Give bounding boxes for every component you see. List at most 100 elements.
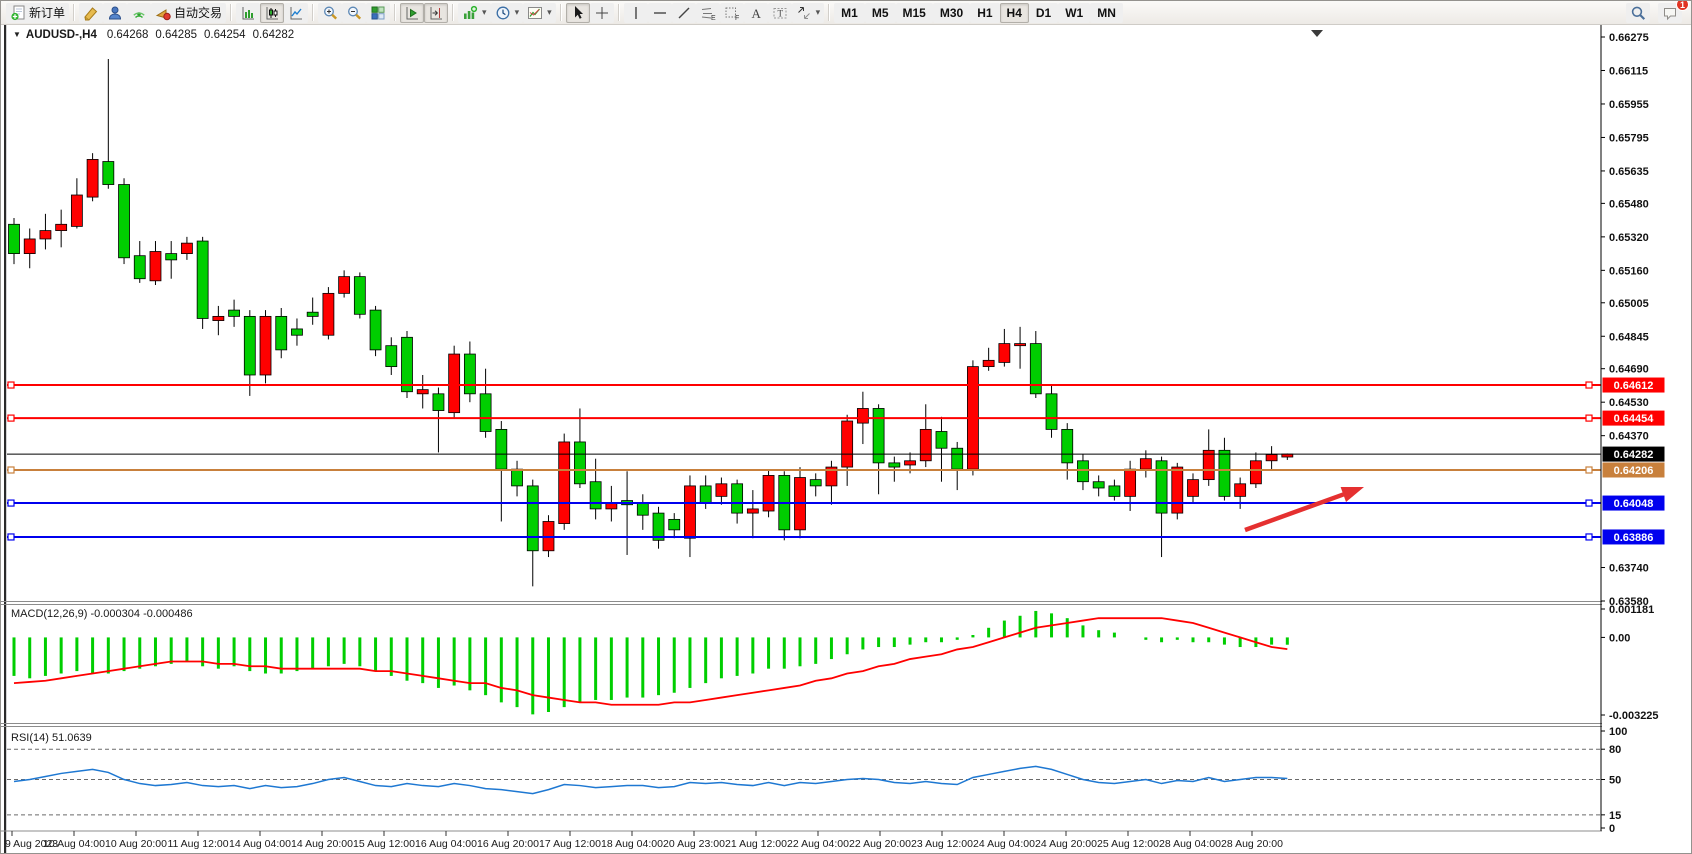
price-tick-label: 0.64845 [1609, 331, 1649, 343]
candle-body [1219, 450, 1230, 496]
price-badge-value: 0.64612 [1614, 380, 1654, 392]
candle-body [747, 509, 758, 513]
mt4-window: 新订单 自动交易 ▾ ▾ ▾ EFAT ▾ M1 M5 M15M30 H1 H4D1 W1 MN 1 0.6… [0, 0, 1692, 854]
styles-button[interactable] [79, 3, 103, 23]
auto-scroll-icon [404, 5, 420, 21]
template-icon [527, 5, 543, 21]
tf-m15-button[interactable]: M15 [896, 3, 933, 23]
trendline-button[interactable] [672, 3, 696, 23]
line-handle[interactable] [1586, 382, 1592, 388]
search-button[interactable] [1626, 3, 1650, 23]
candle-body [1125, 469, 1136, 496]
tile-windows-button[interactable] [366, 3, 390, 23]
line-handle[interactable] [8, 382, 14, 388]
notification-badge: 1 [1676, 0, 1689, 11]
line-handle[interactable] [1586, 467, 1592, 473]
chart-shift-button[interactable] [424, 3, 448, 23]
text-button[interactable]: A [744, 3, 768, 23]
price-tick-label: 0.65955 [1609, 99, 1649, 111]
candle-body [810, 480, 821, 486]
line-chart-button[interactable] [284, 3, 308, 23]
hline-icon [652, 5, 668, 21]
low-value: 0.64254 [204, 29, 246, 41]
candle-body [103, 162, 114, 185]
community-button[interactable] [103, 3, 127, 23]
candle-body [134, 256, 145, 279]
tf-h1-button[interactable]: H1 [970, 3, 999, 23]
shapes-button[interactable]: ▾ [792, 3, 825, 23]
line-handle[interactable] [8, 467, 14, 473]
candle-body [276, 316, 287, 349]
tf-m5-button-label: M5 [872, 6, 889, 20]
collapse-icon[interactable]: ▼ [13, 30, 21, 39]
tf-w1-button-label: W1 [1065, 6, 1083, 20]
signals-button[interactable] [127, 3, 151, 23]
candle-body [590, 482, 601, 509]
tf-mn-button-label: MN [1097, 6, 1116, 20]
tf-m1-button[interactable]: M1 [834, 3, 865, 23]
toolbar-separator [73, 4, 75, 21]
rsi-label: RSI(14) 51.0639 [11, 732, 92, 744]
macd-tick-label: -0.003225 [1609, 710, 1659, 722]
channel-icon: F [724, 5, 740, 21]
candle-body [71, 195, 82, 226]
new-order-button[interactable]: 新订单 [6, 3, 69, 23]
candle-body [512, 469, 523, 486]
tf-d1-button[interactable]: D1 [1029, 3, 1058, 23]
line-handle[interactable] [8, 500, 14, 506]
channel-button[interactable]: F [720, 3, 744, 23]
line-handle[interactable] [1586, 415, 1592, 421]
rsi-tick-label: 80 [1609, 744, 1621, 756]
tf-mn-button[interactable]: MN [1090, 3, 1123, 23]
indicators-button[interactable]: ▾ [458, 3, 491, 23]
tf-m30-button[interactable]: M30 [933, 3, 970, 23]
candle-body [527, 486, 538, 551]
symbol-label: AUDUSD-,H4 [26, 29, 97, 41]
chevron-down-icon[interactable]: ▾ [816, 7, 821, 18]
tf-w1-button[interactable]: W1 [1058, 3, 1090, 23]
candle-body [480, 394, 491, 432]
text-icon: A [748, 5, 764, 21]
zoom-out-button[interactable] [342, 3, 366, 23]
candle-body [1250, 461, 1261, 484]
macd-tick-label: 0.001181 [1609, 604, 1654, 616]
candle-body [1172, 467, 1183, 513]
candle-body [1203, 450, 1214, 479]
bar-chart-button[interactable] [236, 3, 260, 23]
label-button[interactable]: T [768, 3, 792, 23]
periods-button[interactable]: ▾ [491, 3, 524, 23]
horizontal-line-button[interactable] [648, 3, 672, 23]
line-handle[interactable] [8, 534, 14, 540]
zoom-in-button[interactable] [318, 3, 342, 23]
candlestick-button[interactable] [260, 3, 284, 23]
chevron-down-icon[interactable]: ▾ [515, 7, 520, 18]
tile-windows-icon [370, 5, 386, 21]
candle-body [905, 461, 916, 465]
candle-body [291, 329, 302, 335]
candle-body [574, 442, 585, 484]
crosshair-button[interactable] [590, 3, 614, 23]
candle-body [166, 254, 177, 260]
vertical-line-button[interactable] [624, 3, 648, 23]
templates-button[interactable]: ▾ [523, 3, 556, 23]
new-order-button-label: 新订单 [29, 4, 65, 21]
auto-scroll-button[interactable] [400, 3, 424, 23]
time-tick-label: 22 Aug 04:00 [787, 838, 849, 850]
candle-body [983, 360, 994, 366]
time-tick-label: 14 Aug 20:00 [291, 838, 353, 850]
tf-h1-button-label: H1 [977, 6, 992, 20]
tf-m5-button[interactable]: M5 [865, 3, 896, 23]
autotrading-button[interactable]: 自动交易 [151, 3, 226, 23]
line-handle[interactable] [1586, 534, 1592, 540]
price-tick-label: 0.65795 [1609, 132, 1649, 144]
rsi-tick-label: 0 [1609, 823, 1615, 835]
line-handle[interactable] [8, 415, 14, 421]
new-order-icon [10, 5, 26, 21]
cursor-button[interactable] [566, 3, 590, 23]
tf-h4-button[interactable]: H4 [1000, 3, 1029, 23]
line-handle[interactable] [1586, 500, 1592, 506]
fibonacci-button[interactable]: E [696, 3, 720, 23]
chevron-down-icon[interactable]: ▾ [482, 7, 487, 18]
toolbar-separator [230, 4, 232, 21]
chevron-down-icon[interactable]: ▾ [547, 7, 552, 18]
